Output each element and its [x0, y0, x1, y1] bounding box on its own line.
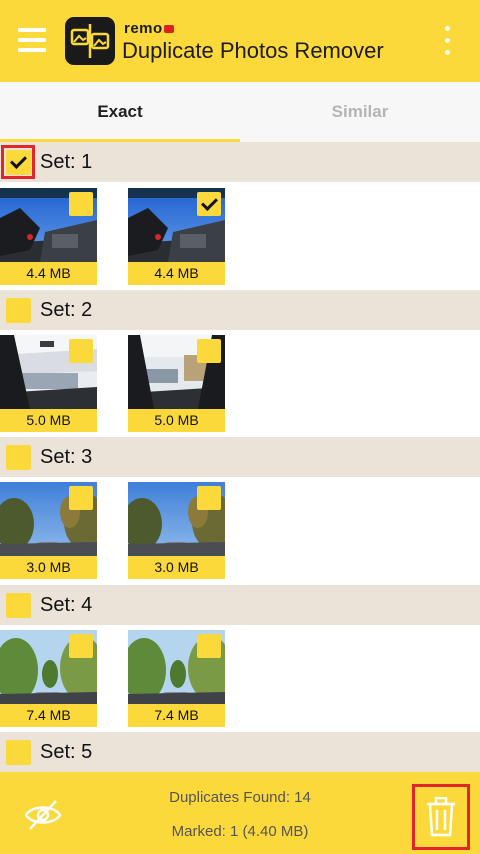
photo-checkbox[interactable] [69, 192, 93, 216]
photo-thumbnail[interactable]: 5.0 MB [0, 335, 97, 432]
photo-checkbox[interactable] [69, 486, 93, 510]
set-header: Set: 4 [0, 585, 480, 625]
photo-thumbnail[interactable]: 5.0 MB [128, 335, 225, 432]
photo-checkbox[interactable] [197, 634, 221, 658]
photo-checkbox[interactable] [197, 486, 221, 510]
highlight-box [1, 145, 35, 179]
kebab-more-icon[interactable] [443, 26, 453, 56]
set-header: Set: 5 [0, 732, 480, 772]
photo-thumbnail[interactable]: 4.4 MB [128, 188, 225, 285]
file-size-label: 4.4 MB [0, 262, 97, 285]
set-checkbox[interactable] [6, 298, 31, 323]
brand-dot [163, 25, 174, 33]
app-header: remo Duplicate Photos Remover [0, 0, 480, 82]
photo-checkbox[interactable] [69, 634, 93, 658]
app-logo-icon [64, 16, 116, 66]
duplicates-found-text: Duplicates Found: 14 [169, 789, 311, 806]
set-header: Set: 1 [0, 142, 480, 182]
tab-similar[interactable]: Similar [240, 82, 480, 142]
file-size-label: 5.0 MB [128, 409, 225, 432]
bottom-action-bar: Duplicates Found: 14 Marked: 1 (4.40 MB) [0, 772, 480, 854]
photo-checkbox[interactable] [69, 339, 93, 363]
set-header: Set: 2 [0, 290, 480, 330]
set-title: Set: 5 [40, 741, 93, 763]
set-title: Set: 2 [40, 299, 93, 321]
set-checkbox[interactable] [6, 593, 31, 618]
set-header: Set: 3 [0, 437, 480, 477]
tab-exact[interactable]: Exact [0, 82, 240, 142]
set-title: Set: 1 [40, 151, 93, 173]
stats-panel: Duplicates Found: 14 Marked: 1 (4.40 MB) [120, 772, 360, 854]
app-title: Duplicate Photos Remover [122, 38, 384, 63]
marked-text: Marked: 1 (4.40 MB) [171, 823, 309, 840]
photo-thumbnail[interactable]: 3.0 MB [128, 482, 225, 579]
photo-checkbox[interactable] [197, 339, 221, 363]
photo-thumbnail[interactable]: 4.4 MB [0, 188, 97, 285]
file-size-label: 3.0 MB [0, 556, 97, 579]
eye-slash-icon[interactable] [24, 798, 62, 832]
file-size-label: 7.4 MB [0, 704, 97, 727]
set-title: Set: 3 [40, 446, 93, 468]
delete-button[interactable] [412, 784, 470, 850]
photo-thumbnail[interactable]: 7.4 MB [0, 630, 97, 727]
tab-bar: Exact Similar [0, 82, 480, 142]
set-title: Set: 4 [40, 594, 93, 616]
file-size-label: 3.0 MB [128, 556, 225, 579]
set-checkbox[interactable] [6, 445, 31, 470]
duplicate-sets-list[interactable]: Set: 1 4.4 MB 4.4 MB Set: 2 5.0 MB 5.0 M… [0, 142, 480, 772]
brand-name: remo [124, 21, 174, 36]
photo-thumbnail[interactable]: 7.4 MB [128, 630, 225, 727]
file-size-label: 5.0 MB [0, 409, 97, 432]
hamburger-menu-icon[interactable] [18, 28, 46, 52]
set-checkbox[interactable] [6, 740, 31, 765]
trash-icon [427, 797, 455, 837]
file-size-label: 7.4 MB [128, 704, 225, 727]
photo-thumbnail[interactable]: 3.0 MB [0, 482, 97, 579]
file-size-label: 4.4 MB [128, 262, 225, 285]
photo-checkbox[interactable] [197, 192, 221, 216]
